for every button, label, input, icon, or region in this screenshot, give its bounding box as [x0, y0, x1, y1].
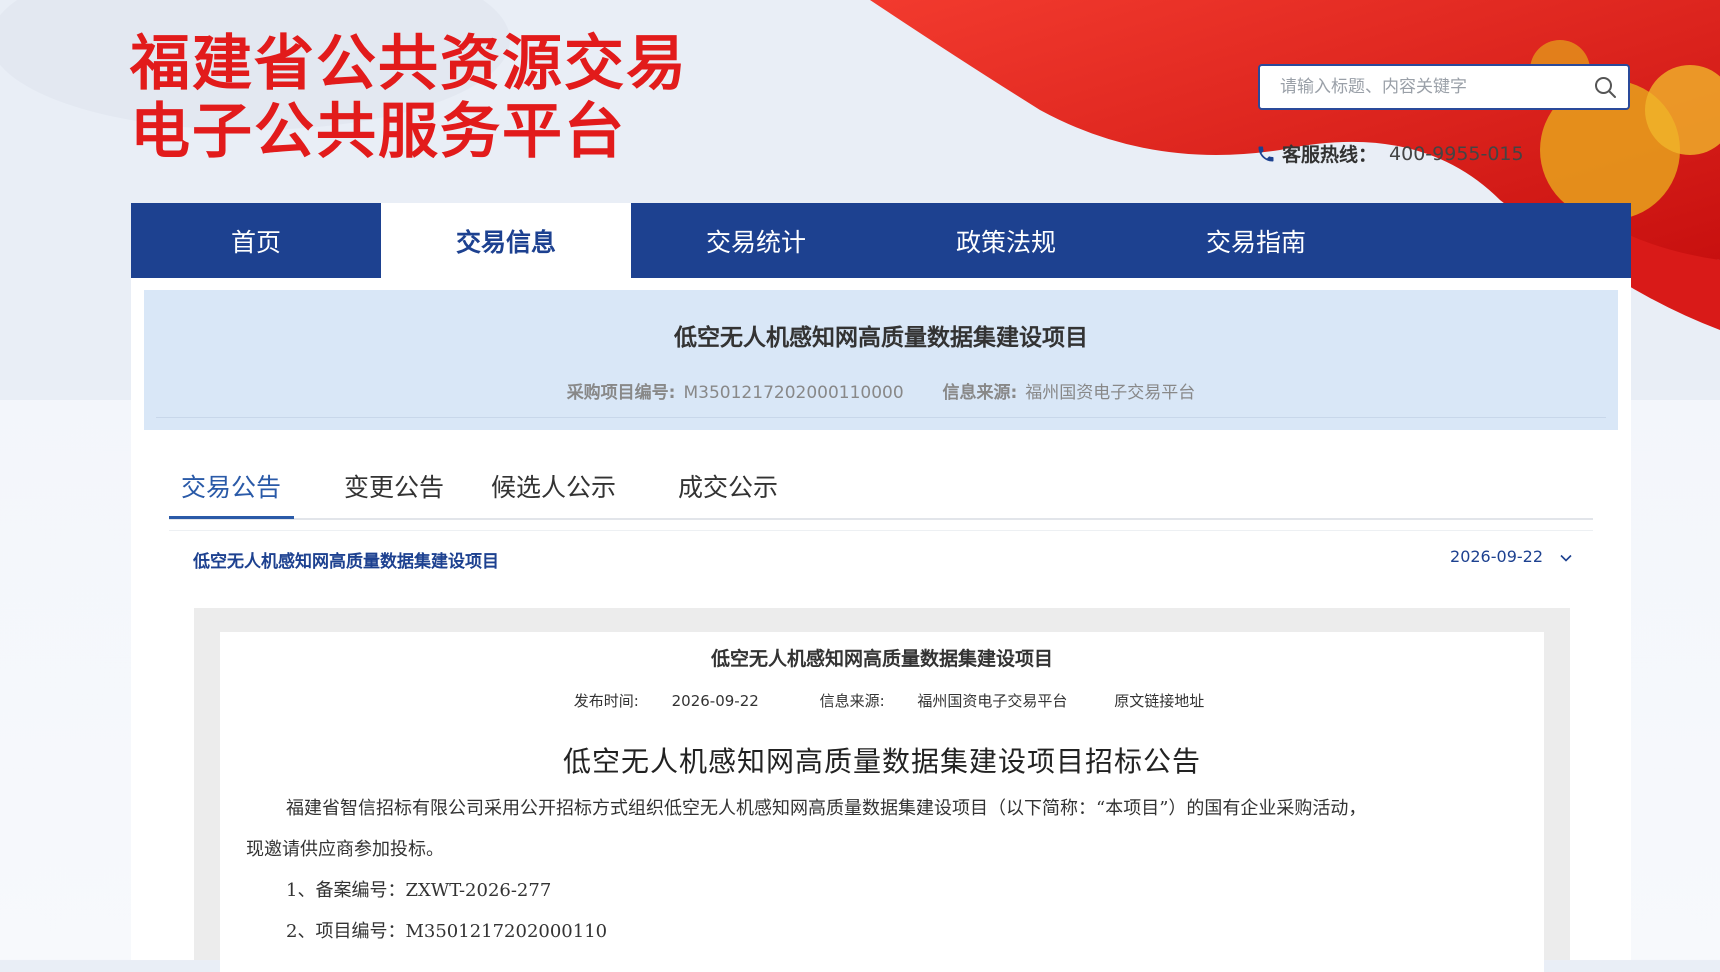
notice-tabs: 交易公告 变更公告 候选人公示 成交公示	[169, 458, 1593, 520]
project-title: 低空无人机感知网高质量数据集建设项目	[674, 325, 1088, 351]
doc-source-value: 福州国资电子交易平台	[917, 692, 1068, 710]
doc-meta: 发布时间: 2026-09-22 信息来源: 福州国资电子交易平台 原文链接地址	[220, 690, 1544, 711]
doc-paragraph-cont: 现邀请供应商参加投标。	[246, 839, 444, 860]
nav-item-trade-info[interactable]: 交易信息	[381, 203, 631, 278]
project-source-label: 信息来源:	[942, 383, 1018, 403]
project-source-value: 福州国资电子交易平台	[1025, 383, 1196, 403]
search-button[interactable]	[1582, 66, 1628, 108]
hotline-label: 客服热线：	[1282, 144, 1378, 166]
main-content: 低空无人机感知网高质量数据集建设项目 采购项目编号: M3501217202000…	[131, 278, 1631, 972]
list-item-date: 2026-09-22	[1450, 547, 1543, 566]
doc-heading: 低空无人机感知网高质量数据集建设项目招标公告	[562, 745, 1201, 778]
notice-detail: 低空无人机感知网高质量数据集建设项目 发布时间: 2026-09-22 信息来源…	[220, 632, 1544, 972]
notice-detail-frame: 低空无人机感知网高质量数据集建设项目 发布时间: 2026-09-22 信息来源…	[194, 608, 1570, 972]
project-header: 低空无人机感知网高质量数据集建设项目 采购项目编号: M3501217202000…	[144, 290, 1618, 430]
chevron-down-icon	[1560, 554, 1572, 562]
doc-item-project-number: 2、项目编号：M3501217202000110	[286, 921, 608, 942]
tab-change-notice[interactable]: 变更公告	[344, 458, 444, 518]
tab-trade-notice[interactable]: 交易公告	[181, 458, 281, 518]
project-code-value: M3501217202000110000	[683, 383, 904, 403]
customer-hotline: 客服热线： 400-9955-015	[1256, 140, 1524, 167]
search-icon	[1595, 77, 1616, 98]
nav-item-guide[interactable]: 交易指南	[1131, 203, 1381, 278]
phone-icon	[1258, 146, 1274, 161]
tab-candidate-notice[interactable]: 候选人公示	[491, 458, 616, 518]
active-tab-indicator	[169, 516, 294, 519]
doc-body: 福建省智信招标有限公司采用公开招标方式组织低空无人机感知网高质量数据集建设项目（…	[246, 788, 1518, 952]
site-logo-title: 福建省公共资源交易 电子公共服务平台	[130, 30, 688, 166]
nav-item-policy[interactable]: 政策法规	[881, 203, 1131, 278]
doc-publish-value: 2026-09-22	[671, 692, 759, 710]
list-item: 低空无人机感知网高质量数据集建设项目 2026-09-22	[169, 530, 1593, 591]
list-item-title[interactable]: 低空无人机感知网高质量数据集建设项目	[193, 547, 499, 572]
hotline-number: 400-9955-015	[1389, 142, 1524, 165]
project-meta: 采购项目编号: M3501217202000110000 信息来源: 福州国资电子交…	[144, 378, 1618, 403]
divider	[156, 417, 1606, 418]
main-nav: 首页 交易信息 交易统计 政策法规 交易指南	[131, 203, 1631, 278]
origin-link[interactable]: 原文链接地址	[1114, 692, 1204, 710]
search-input[interactable]	[1260, 67, 1582, 107]
doc-publish-label: 发布时间:	[573, 692, 639, 710]
logo-title-line2: 电子公共服务平台	[130, 97, 626, 167]
expand-toggle[interactable]	[1553, 545, 1579, 571]
nav-item-home[interactable]: 首页	[131, 203, 381, 278]
logo-title-line1: 福建省公共资源交易	[130, 29, 688, 99]
doc-source-label: 信息来源:	[819, 692, 885, 710]
doc-item-filing-number: 1、备案编号：ZXWT-2026-277	[286, 880, 552, 901]
tab-deal-notice[interactable]: 成交公示	[678, 458, 778, 518]
project-code-label: 采购项目编号:	[566, 383, 676, 403]
doc-paragraph: 福建省智信招标有限公司采用公开招标方式组织低空无人机感知网高质量数据集建设项目（…	[286, 798, 1367, 819]
nav-item-trade-stats[interactable]: 交易统计	[631, 203, 881, 278]
search-box	[1258, 64, 1630, 110]
doc-title: 低空无人机感知网高质量数据集建设项目	[710, 648, 1053, 670]
